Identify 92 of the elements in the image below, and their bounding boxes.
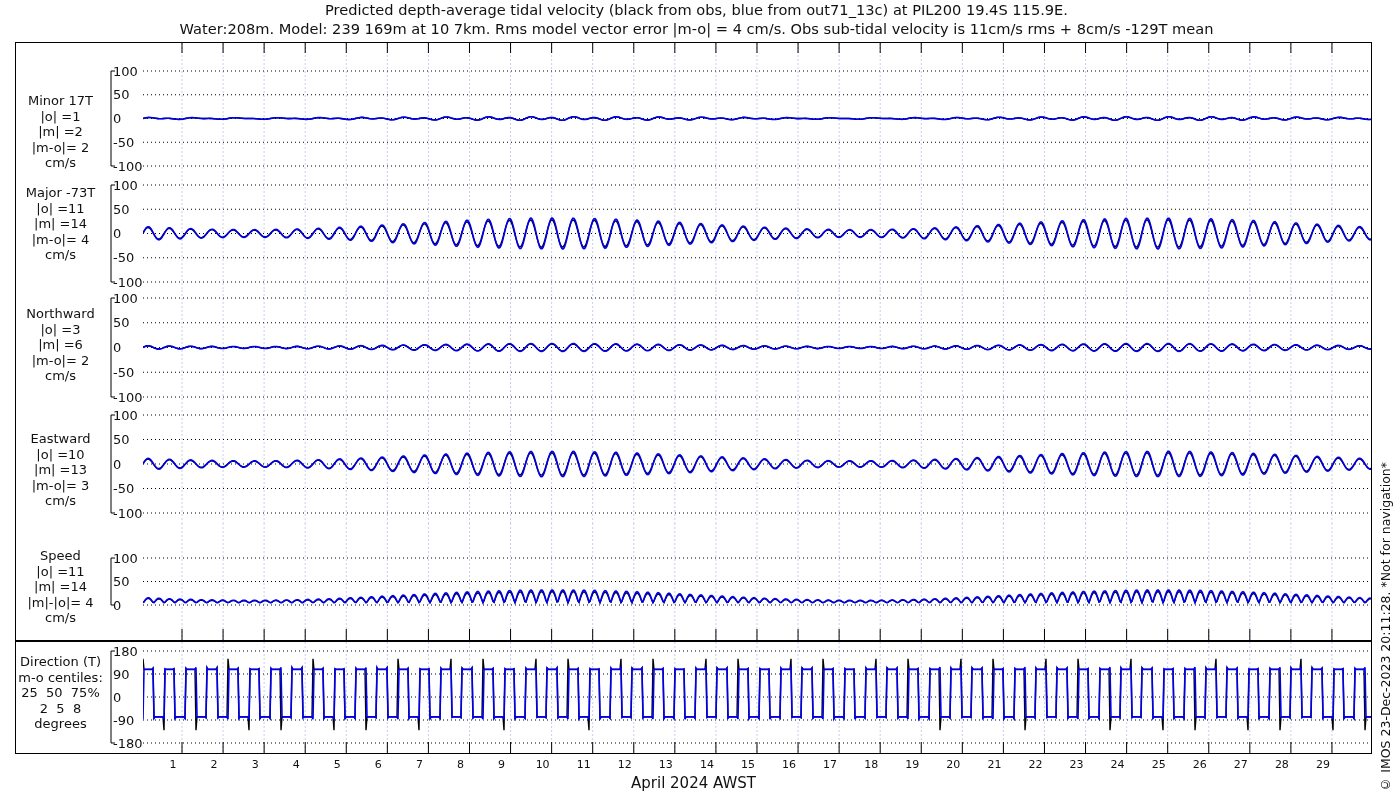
x-tick-label: 11 xyxy=(576,758,591,771)
x-tick-label: 20 xyxy=(946,758,961,771)
y-tick-label: 50 xyxy=(113,574,130,589)
x-tick-label: 17 xyxy=(823,758,838,771)
y-axis xyxy=(110,557,116,606)
y-tick-label: 0 xyxy=(113,340,122,355)
x-tick-label: 24 xyxy=(1110,758,1125,771)
x-tick-label: 26 xyxy=(1192,758,1207,771)
panel-label: Direction (T) xyxy=(20,654,101,670)
y-tick-label: 50 xyxy=(113,432,130,447)
y-tick-label: -100 xyxy=(113,505,143,521)
y-tick-label: 0 xyxy=(113,689,122,705)
x-tick-label: 28 xyxy=(1274,758,1289,771)
x-tick-label: 14 xyxy=(699,758,714,771)
panel-label: |m| =2 xyxy=(38,124,83,140)
y-tick-label: 0 xyxy=(113,597,122,613)
panel-label: cm/s xyxy=(45,368,76,384)
panel-label: |o| =10 xyxy=(36,446,85,462)
panel-label: cm/s xyxy=(45,610,76,626)
y-tick-label: 0 xyxy=(113,111,122,126)
y-tick-label: 50 xyxy=(113,87,130,103)
x-tick-label: 2 xyxy=(210,758,218,771)
x-tick-label: 8 xyxy=(457,758,464,771)
y-tick-label: -50 xyxy=(113,481,135,496)
y-tick-label: 100 xyxy=(113,63,138,79)
panel-label: cm/s xyxy=(45,155,76,171)
y-tick-label: -50 xyxy=(113,134,135,150)
panel-label: cm/s xyxy=(45,247,76,263)
x-tick-label: 13 xyxy=(658,758,673,771)
panel-label: |o| =11 xyxy=(36,563,85,579)
panel-label: |m-o|= 4 xyxy=(31,231,90,247)
panel-label: Minor 17T xyxy=(28,93,93,109)
panel-label: |o| =11 xyxy=(36,200,85,216)
y-tick-label: -100 xyxy=(113,389,143,405)
x-tick-label: 6 xyxy=(374,758,382,771)
x-tick-label: 4 xyxy=(292,758,300,771)
chart-title: Water:208m. Model: 239 169m at 10 7km. Rms model vector error |m-o| = 4 cm/s. Obs sub-tidal velocity is 11cm/s rms + 8cm/s -129T mean xyxy=(179,19,1214,38)
x-tick-label: 15 xyxy=(741,758,755,771)
y-tick-label: 100 xyxy=(113,290,138,306)
y-tick-label: -50 xyxy=(113,364,135,380)
y-tick-label: 100 xyxy=(113,177,138,193)
x-tick-label: 7 xyxy=(415,758,423,771)
y-tick-label: 50 xyxy=(113,201,130,217)
y-tick-label: 0 xyxy=(113,456,122,472)
x-tick-label: 9 xyxy=(498,758,506,771)
y-tick-label: -50 xyxy=(113,250,135,266)
y-tick-label: -180 xyxy=(113,735,143,751)
x-tick-label: 29 xyxy=(1315,758,1330,771)
panel-label: |m| =14 xyxy=(34,579,87,595)
y-tick-label: -100 xyxy=(113,158,143,174)
y-tick-label: 50 xyxy=(113,315,130,331)
y-tick-label: 100 xyxy=(113,550,138,566)
x-axis-label: April 2024 AWST xyxy=(631,774,756,792)
panel-label: Speed xyxy=(40,548,81,564)
panel-label: |o| =1 xyxy=(40,108,81,124)
y-tick-label: 0 xyxy=(113,226,122,241)
panel-label: |m| =6 xyxy=(38,337,83,353)
y-tick-label: -90 xyxy=(113,712,135,728)
y-tick-label: -100 xyxy=(113,274,143,290)
panel-label: |m-o|= 3 xyxy=(31,477,90,493)
chart-title: Predicted depth-average tidal velocity (black from obs, blue from out71_13c) at PIL200 19.4S 115.9E. xyxy=(325,0,1068,19)
panel-label: |m-o|= 2 xyxy=(31,139,90,155)
x-tick-label: 27 xyxy=(1233,758,1248,771)
y-tick-label: 100 xyxy=(113,407,138,423)
x-tick-label: 5 xyxy=(333,758,341,771)
panel-label: degrees xyxy=(34,716,87,732)
x-tick-label: 22 xyxy=(1028,758,1043,771)
x-tick-label: 23 xyxy=(1069,758,1084,771)
panel-label: |m| =14 xyxy=(34,216,87,232)
x-tick-label: 10 xyxy=(535,758,550,771)
x-tick-label: 1 xyxy=(169,758,177,771)
x-tick-label: 19 xyxy=(905,758,920,771)
panel-label: |o| =3 xyxy=(40,321,81,337)
panel-label: |m|-|o|= 4 xyxy=(27,594,94,610)
panel-label: |m| =13 xyxy=(34,462,87,478)
x-tick-label: 25 xyxy=(1151,758,1166,771)
y-tick-label: 180 xyxy=(113,643,138,659)
x-tick-label: 21 xyxy=(987,758,1002,771)
x-tick-label: 12 xyxy=(617,758,632,771)
panel-label: |m-o|= 2 xyxy=(31,352,90,368)
panel-label: 25 50 75% xyxy=(21,685,100,701)
x-tick-label: 18 xyxy=(864,758,879,771)
x-tick-label: 3 xyxy=(251,758,259,771)
copyright-note: © IMOS 23-Dec-2023 20:11:28. *Not for navigation* xyxy=(1378,462,1393,792)
panel-label: m-o centiles: xyxy=(18,669,103,685)
x-tick-label: 16 xyxy=(782,758,797,771)
y-tick-label: 90 xyxy=(113,666,130,682)
panel-label: Northward xyxy=(26,306,95,322)
panel-label: Major -73T xyxy=(25,185,96,201)
panel-label: 2 5 8 xyxy=(39,700,82,716)
panel-label: cm/s xyxy=(45,493,76,509)
panel-label: Eastward xyxy=(30,431,91,447)
